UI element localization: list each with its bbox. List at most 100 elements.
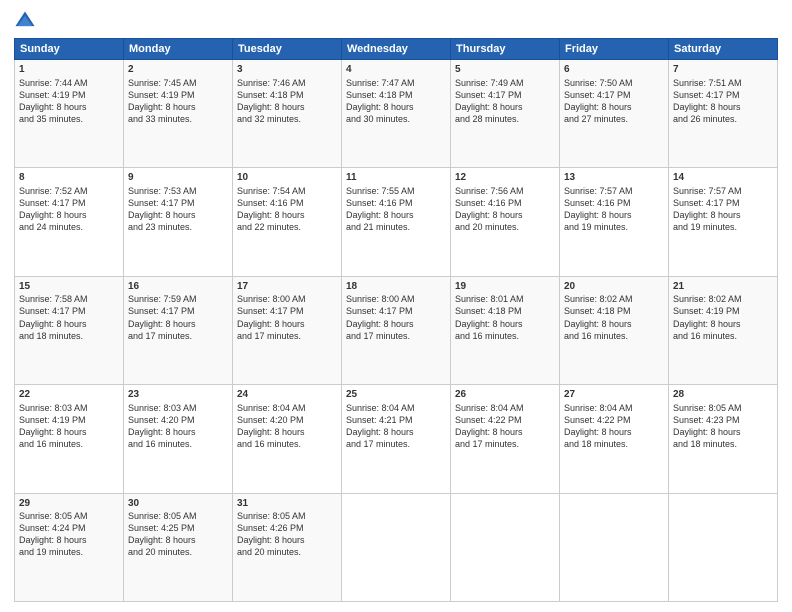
day-info-line: and 16 minutes. (237, 438, 337, 450)
day-info-line: and 23 minutes. (128, 221, 228, 233)
day-info-line: Daylight: 8 hours (346, 318, 446, 330)
day-number: 30 (128, 497, 228, 511)
day-info-line: Sunset: 4:17 PM (346, 305, 446, 317)
day-number: 1 (19, 63, 119, 77)
day-info-line: and 33 minutes. (128, 113, 228, 125)
day-info-line: Sunset: 4:25 PM (128, 522, 228, 534)
calendar-cell: 26Sunrise: 8:04 AMSunset: 4:22 PMDayligh… (451, 385, 560, 493)
day-info-line: Sunrise: 8:05 AM (237, 510, 337, 522)
day-header-tuesday: Tuesday (233, 39, 342, 60)
day-info-line: and 17 minutes. (346, 330, 446, 342)
day-info-line: Sunrise: 8:03 AM (128, 402, 228, 414)
day-number: 17 (237, 280, 337, 294)
calendar-cell: 14Sunrise: 7:57 AMSunset: 4:17 PMDayligh… (669, 168, 778, 276)
day-header-saturday: Saturday (669, 39, 778, 60)
calendar-cell (342, 493, 451, 601)
day-info-line: and 21 minutes. (346, 221, 446, 233)
calendar-cell: 2Sunrise: 7:45 AMSunset: 4:19 PMDaylight… (124, 60, 233, 168)
day-info-line: and 16 minutes. (564, 330, 664, 342)
day-info-line: and 19 minutes. (673, 221, 773, 233)
day-info-line: and 17 minutes. (128, 330, 228, 342)
day-number: 6 (564, 63, 664, 77)
day-info-line: and 16 minutes. (673, 330, 773, 342)
day-info-line: Daylight: 8 hours (19, 318, 119, 330)
day-info-line: Sunrise: 8:04 AM (455, 402, 555, 414)
day-info-line: Sunset: 4:18 PM (237, 89, 337, 101)
day-number: 12 (455, 171, 555, 185)
day-info-line: Sunset: 4:17 PM (128, 305, 228, 317)
calendar-cell: 9Sunrise: 7:53 AMSunset: 4:17 PMDaylight… (124, 168, 233, 276)
day-info-line: Sunset: 4:16 PM (346, 197, 446, 209)
day-number: 20 (564, 280, 664, 294)
day-number: 7 (673, 63, 773, 77)
day-number: 11 (346, 171, 446, 185)
day-info-line: Sunset: 4:26 PM (237, 522, 337, 534)
day-info-line: Sunrise: 8:00 AM (237, 293, 337, 305)
calendar-cell: 23Sunrise: 8:03 AMSunset: 4:20 PMDayligh… (124, 385, 233, 493)
calendar-header-row: SundayMondayTuesdayWednesdayThursdayFrid… (15, 39, 778, 60)
day-info-line: Daylight: 8 hours (128, 209, 228, 221)
calendar-cell: 19Sunrise: 8:01 AMSunset: 4:18 PMDayligh… (451, 276, 560, 384)
day-info-line: Sunrise: 7:54 AM (237, 185, 337, 197)
calendar-body: 1Sunrise: 7:44 AMSunset: 4:19 PMDaylight… (15, 60, 778, 602)
day-info-line: Sunset: 4:18 PM (346, 89, 446, 101)
calendar-cell: 24Sunrise: 8:04 AMSunset: 4:20 PMDayligh… (233, 385, 342, 493)
day-number: 21 (673, 280, 773, 294)
day-info-line: Sunset: 4:17 PM (19, 197, 119, 209)
day-header-wednesday: Wednesday (342, 39, 451, 60)
day-info-line: Sunrise: 8:05 AM (673, 402, 773, 414)
calendar-cell: 30Sunrise: 8:05 AMSunset: 4:25 PMDayligh… (124, 493, 233, 601)
day-info-line: Sunrise: 7:45 AM (128, 77, 228, 89)
calendar-cell: 4Sunrise: 7:47 AMSunset: 4:18 PMDaylight… (342, 60, 451, 168)
day-info-line: Sunrise: 8:05 AM (19, 510, 119, 522)
day-number: 4 (346, 63, 446, 77)
calendar-cell (669, 493, 778, 601)
day-info-line: Daylight: 8 hours (237, 426, 337, 438)
day-info-line: Daylight: 8 hours (237, 209, 337, 221)
calendar-cell: 31Sunrise: 8:05 AMSunset: 4:26 PMDayligh… (233, 493, 342, 601)
logo (14, 10, 40, 32)
day-number: 28 (673, 388, 773, 402)
day-info-line: Sunset: 4:18 PM (564, 305, 664, 317)
day-info-line: Daylight: 8 hours (237, 101, 337, 113)
calendar-cell: 28Sunrise: 8:05 AMSunset: 4:23 PMDayligh… (669, 385, 778, 493)
day-info-line: Sunrise: 7:51 AM (673, 77, 773, 89)
day-info-line: Sunset: 4:18 PM (455, 305, 555, 317)
day-info-line: Daylight: 8 hours (346, 101, 446, 113)
day-info-line: and 17 minutes. (346, 438, 446, 450)
day-info-line: and 18 minutes. (673, 438, 773, 450)
header (14, 10, 778, 32)
day-info-line: and 27 minutes. (564, 113, 664, 125)
day-info-line: and 18 minutes. (564, 438, 664, 450)
day-number: 5 (455, 63, 555, 77)
day-info-line: Sunset: 4:17 PM (237, 305, 337, 317)
day-info-line: Daylight: 8 hours (564, 426, 664, 438)
calendar-cell: 17Sunrise: 8:00 AMSunset: 4:17 PMDayligh… (233, 276, 342, 384)
day-number: 8 (19, 171, 119, 185)
day-header-sunday: Sunday (15, 39, 124, 60)
calendar-week-2: 8Sunrise: 7:52 AMSunset: 4:17 PMDaylight… (15, 168, 778, 276)
day-info-line: and 16 minutes. (19, 438, 119, 450)
day-info-line: Sunrise: 7:53 AM (128, 185, 228, 197)
day-info-line: Sunrise: 8:04 AM (564, 402, 664, 414)
day-number: 16 (128, 280, 228, 294)
calendar-table: SundayMondayTuesdayWednesdayThursdayFrid… (14, 38, 778, 602)
day-number: 31 (237, 497, 337, 511)
day-info-line: Sunset: 4:22 PM (564, 414, 664, 426)
day-info-line: Daylight: 8 hours (128, 426, 228, 438)
day-number: 9 (128, 171, 228, 185)
calendar-week-1: 1Sunrise: 7:44 AMSunset: 4:19 PMDaylight… (15, 60, 778, 168)
day-info-line: Sunset: 4:20 PM (128, 414, 228, 426)
day-info-line: Sunrise: 8:05 AM (128, 510, 228, 522)
day-number: 26 (455, 388, 555, 402)
day-info-line: and 17 minutes. (455, 438, 555, 450)
day-info-line: Sunset: 4:23 PM (673, 414, 773, 426)
calendar-cell: 5Sunrise: 7:49 AMSunset: 4:17 PMDaylight… (451, 60, 560, 168)
day-number: 22 (19, 388, 119, 402)
day-info-line: Sunrise: 7:56 AM (455, 185, 555, 197)
page: SundayMondayTuesdayWednesdayThursdayFrid… (0, 0, 792, 612)
day-info-line: Sunrise: 7:55 AM (346, 185, 446, 197)
day-info-line: Sunset: 4:16 PM (564, 197, 664, 209)
day-info-line: Daylight: 8 hours (128, 318, 228, 330)
day-info-line: and 32 minutes. (237, 113, 337, 125)
